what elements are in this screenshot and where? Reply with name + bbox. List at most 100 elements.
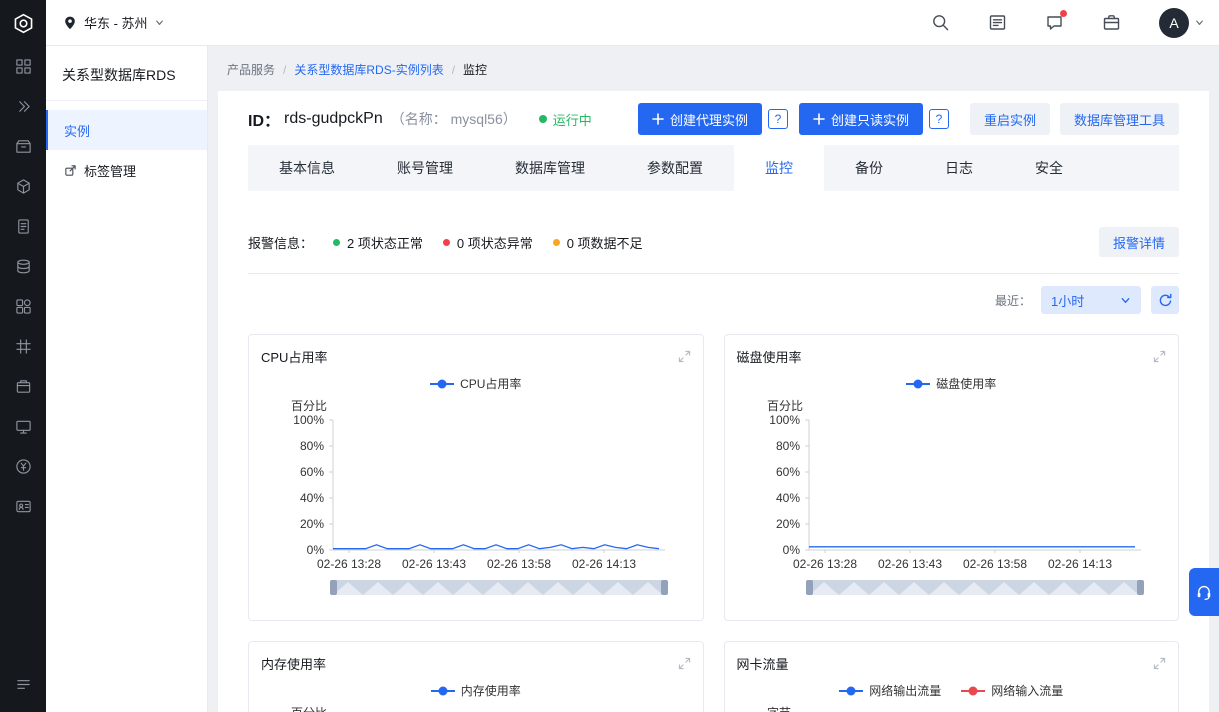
console-icon[interactable] [1102,13,1121,32]
legend-label: CPU占用率 [460,377,522,391]
svg-text:字节: 字节 [767,705,791,712]
svg-text:02-26 13:43: 02-26 13:43 [402,557,466,571]
chart-canvas: 百分比 100% 80% 60% 40% 20% 0% 02-26 13:28 02-26 13… [737,394,1167,609]
tab-monitoring[interactable]: 监控 [734,145,824,191]
sidebar-item-instances[interactable]: 实例 [46,110,207,150]
nav-box-icon[interactable] [0,366,46,406]
chart-legend: CPU占用率 [261,375,691,392]
legend-item[interactable]: 磁盘使用率 [906,375,996,392]
search-icon[interactable] [931,13,950,32]
svg-text:02-26 13:58: 02-26 13:58 [962,557,1026,571]
svg-text:40%: 40% [300,491,324,505]
sidebar-list: 实例 标签管理 [46,101,207,190]
sidebar-item-tag-management[interactable]: 标签管理 [46,150,207,190]
db-management-tool-button[interactable]: 数据库管理工具 [1059,103,1179,135]
svg-text:百分比: 百分比 [767,399,803,413]
nav-account-icon[interactable] [0,486,46,526]
chart-svg: 百分比100% 80% 60% 40% 20% 0%02-26 13:28 02-26 13… [767,399,1144,595]
alert-detail-button[interactable]: 报警详情 [1098,227,1179,257]
expand-icon[interactable] [678,657,691,670]
svg-text:02-26 14:13: 02-26 14:13 [1047,557,1111,571]
breadcrumb-products[interactable]: 产品服务 [227,61,275,78]
tab-parameter-config[interactable]: 参数配置 [616,145,734,191]
time-range-bar: 最近： 1小时 [248,286,1179,314]
region-selector[interactable]: 华东 - 苏州 [46,13,179,32]
svg-text:40%: 40% [775,491,799,505]
expand-icon[interactable] [1153,350,1166,363]
nav-dashboard-icon[interactable] [0,46,46,86]
tab-security[interactable]: 安全 [1004,145,1094,191]
nav-command-icon[interactable] [0,326,46,366]
instance-actions: 创建代理实例 ? 创建只读实例 ? 重启实例 数据库管理工具 [637,103,1179,135]
refresh-icon [1159,293,1171,306]
breadcrumb-instance-list-link[interactable]: 关系型数据库RDS-实例列表 [294,61,443,78]
chart-svg: 百分比100% 80% 60% 40% 20% 0%02-26 13:28 02-26 13… [291,399,668,595]
svg-text:0%: 0% [307,543,325,557]
tab-database-management[interactable]: 数据库管理 [484,145,616,191]
legend-label: 网络输入流量 [991,684,1064,698]
support-button[interactable] [1189,568,1219,616]
chart-legend: 内存使用率 [261,682,691,699]
nav-billing-icon[interactable] [0,446,46,486]
chevron-down-icon [155,20,163,25]
legend-item[interactable]: CPU占用率 [430,375,521,392]
recent-label: 最近： [994,293,1031,308]
location-pin-icon [65,16,75,29]
create-proxy-instance-button[interactable]: 创建代理实例 [637,103,762,135]
expand-icon[interactable] [678,350,691,363]
legend-item[interactable]: 网络输出流量 [839,682,941,699]
create-readonly-instance-button[interactable]: 创建只读实例 [798,103,923,135]
avatar[interactable]: A [1159,7,1189,38]
instance-card: ID： rds-gudpckPn （名称： mysql56） 运行中 创建代理实… [218,91,1209,712]
nav-apps-icon[interactable] [0,286,46,326]
help-icon-button[interactable]: ? [928,109,949,129]
svg-text:02-26 13:58: 02-26 13:58 [487,557,551,571]
brush-handle-left[interactable] [330,580,337,595]
chart-title: 磁盘使用率 [736,350,802,365]
nav-products-icon[interactable] [0,126,46,166]
instance-id: rds-gudpckPn [284,110,383,127]
nav-database-icon[interactable] [0,246,46,286]
green-dot-icon [333,238,341,246]
external-link-icon [65,164,76,176]
docs-icon[interactable] [988,13,1007,32]
divider [248,273,1179,274]
nav-expand-icon[interactable] [0,86,46,126]
legend-item[interactable]: 内存使用率 [430,682,521,699]
restart-instance-button[interactable]: 重启实例 [969,103,1050,135]
headset-icon [1197,586,1211,601]
svg-text:02-26 13:28: 02-26 13:28 [317,557,381,571]
help-icon-button[interactable]: ? [767,109,788,129]
chart-card-cpu: CPU占用率 CPU占用率 百分比 100% 80% 60% 40% 20% 0% 02-26… [248,334,704,621]
nav-media-icon[interactable] [0,406,46,446]
brush-handle-right[interactable] [1136,580,1144,595]
chart-legend: 磁盘使用率 [737,375,1167,392]
brush-handle-left[interactable] [805,580,813,595]
refresh-button[interactable] [1151,286,1179,314]
brand-logo[interactable] [0,0,46,46]
breadcrumb-separator: / [283,62,287,77]
nav-list-icon[interactable] [0,664,46,704]
tab-backup[interactable]: 备份 [824,145,914,191]
nav-cube-icon[interactable] [0,166,46,206]
tab-logs[interactable]: 日志 [914,145,1004,191]
brush-handle-right[interactable] [661,580,668,595]
tab-basic-info[interactable]: 基本信息 [248,145,366,191]
svg-text:20%: 20% [300,517,324,531]
chart-title: CPU占用率 [261,350,328,365]
messages-icon[interactable] [1045,10,1067,32]
alert-summary: 报警信息： 2 项状态正常 0 项状态异常 0 项数据不足 报警详情 [248,227,1179,257]
instance-header: ID： rds-gudpckPn （名称： mysql56） 运行中 创建代理实… [248,103,1179,135]
alert-item-ok: 2 项状态正常 [333,233,423,252]
chart-title: 网卡流量 [736,657,789,672]
time-range-select[interactable]: 1小时 [1041,286,1141,314]
nav-document-icon[interactable] [0,206,46,246]
svg-text:02-26 13:28: 02-26 13:28 [792,557,856,571]
expand-icon[interactable] [1153,657,1166,670]
account-menu[interactable]: A [1159,7,1205,38]
tab-account-management[interactable]: 账号管理 [366,145,484,191]
svg-text:02-26 14:13: 02-26 14:13 [572,557,636,571]
left-icon-rail [0,0,46,712]
chart-legend: 网络输出流量 网络输入流量 [737,682,1167,699]
legend-item[interactable]: 网络输入流量 [961,682,1063,699]
